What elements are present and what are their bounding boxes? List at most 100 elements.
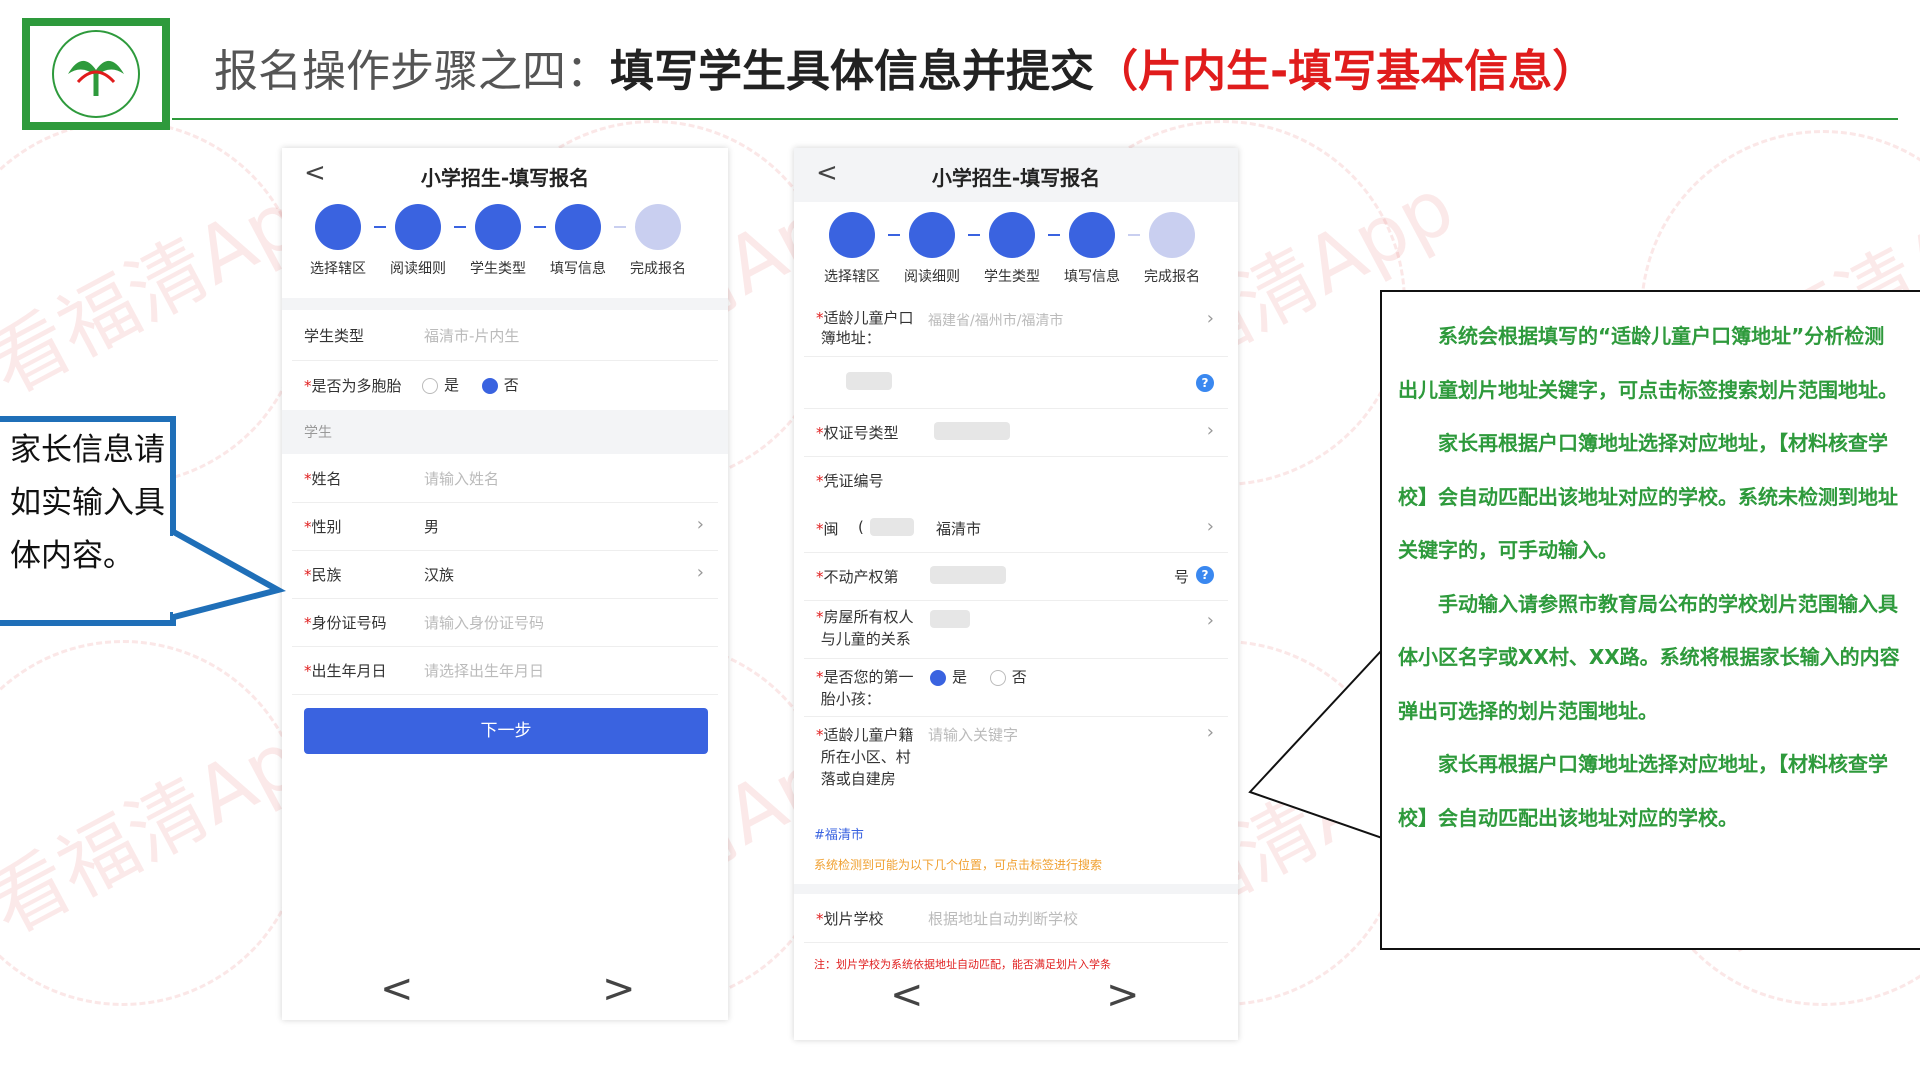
radio-yes[interactable] bbox=[930, 669, 946, 686]
form-icon bbox=[1069, 212, 1115, 258]
step-student-type: 学生类型 bbox=[972, 212, 1052, 286]
row-ethnicity[interactable]: *民族 汉族 › bbox=[292, 550, 718, 599]
property-label: *不动产权第 bbox=[816, 568, 899, 586]
birth-picker[interactable]: 请选择出生年月日 bbox=[424, 660, 544, 681]
row-name[interactable]: *姓名 请输入姓名 bbox=[292, 454, 718, 503]
form-icon bbox=[555, 204, 601, 250]
id-label: *身份证号码 bbox=[304, 614, 387, 632]
user-icon bbox=[989, 212, 1035, 258]
check-circle-icon bbox=[1149, 212, 1195, 258]
household-value[interactable]: 福建省/福州市/福清市 bbox=[928, 310, 1063, 330]
phone-title: 小学招生-填写报名 bbox=[420, 166, 590, 190]
blurred-value bbox=[930, 610, 970, 628]
callout-paragraph: 系统会根据填写的“适龄儿童户口簿地址”分析检测出儿童划片地址关键字，可点击标签搜… bbox=[1398, 324, 1898, 402]
progress-steps: 选择辖区 阅读细则 学生类型 填写信息 完成报名 bbox=[794, 212, 1238, 308]
row-student-type: 学生类型 福清市-片内生 bbox=[292, 310, 718, 361]
row-household-detail: ? bbox=[804, 356, 1228, 409]
phone-header: < 小学招生-填写报名 bbox=[794, 148, 1238, 202]
row-residence-keyword[interactable]: *适龄儿童户籍 所在小区、村 落或自建房 请输入关键字 › bbox=[804, 716, 1228, 800]
row-min[interactable]: *闽 ( 福清市 › bbox=[804, 504, 1228, 553]
detection-note: 系统检测到可能为以下几个位置，可点击标签进行搜索 bbox=[814, 858, 1103, 872]
row-first-child: *是否您的第一 胎小孩： 是 否 bbox=[804, 658, 1228, 717]
prev-page-button[interactable]: < bbox=[380, 966, 414, 1012]
logo-tree-icon bbox=[68, 60, 124, 96]
step-complete: 完成报名 bbox=[618, 204, 698, 278]
residence-input[interactable]: 请输入关键字 bbox=[928, 724, 1018, 745]
household-label: *适龄儿童户口 簿地址： bbox=[816, 309, 914, 347]
next-step-button[interactable]: 下一步 bbox=[304, 708, 708, 754]
step-select-district: 选择辖区 bbox=[298, 204, 378, 278]
gender-label: *性别 bbox=[304, 518, 342, 536]
cert-no-label: *凭证编号 bbox=[816, 472, 884, 490]
multiple-birth-label: *是否为多胞胎 bbox=[304, 377, 402, 395]
document-icon bbox=[909, 212, 955, 258]
progress-steps: 选择辖区 阅读细则 学生类型 填写信息 完成报名 bbox=[282, 204, 728, 300]
student-type-value: 福清市-片内生 bbox=[424, 327, 520, 345]
section-header-student: 学生 bbox=[282, 410, 728, 454]
student-type-label: 学生类型 bbox=[304, 327, 365, 345]
radio-no[interactable] bbox=[481, 377, 498, 394]
multiple-birth-options: 是 否 bbox=[422, 374, 519, 395]
ethnicity-label: *民族 bbox=[304, 566, 342, 584]
title-step: 报名操作步骤之四： bbox=[214, 46, 610, 97]
prev-page-button[interactable]: < bbox=[890, 972, 924, 1018]
callout-text-right: 系统会根据填写的“适龄儿童户口簿地址”分析检测出儿童划片地址关键字，可点击标签搜… bbox=[1398, 310, 1904, 845]
row-cert-number: *凭证编号 bbox=[804, 456, 1228, 504]
blurred-value bbox=[934, 422, 1010, 440]
title-main: 填写学生具体信息并提交 bbox=[610, 46, 1094, 97]
radio-yes[interactable] bbox=[422, 377, 438, 394]
next-page-button[interactable]: > bbox=[1106, 972, 1140, 1018]
callout-pointer-right bbox=[1248, 650, 1388, 840]
radio-no[interactable] bbox=[989, 669, 1006, 686]
row-birthdate[interactable]: *出生年月日 请选择出生年月日 bbox=[292, 646, 718, 695]
chevron-right-icon: › bbox=[1206, 420, 1214, 441]
location-pin-icon bbox=[829, 212, 875, 258]
chevron-right-icon: › bbox=[1206, 610, 1214, 631]
row-id-number[interactable]: *身份证号码 请输入身份证号码 bbox=[292, 598, 718, 647]
gender-value[interactable]: 男 bbox=[424, 516, 439, 537]
min-prefix: ( bbox=[858, 518, 864, 536]
location-tag[interactable]: #福清市 bbox=[814, 824, 864, 843]
row-household-address[interactable]: *适龄儿童户口 簿地址： 福建省/福州市/福清市 › bbox=[804, 304, 1228, 357]
first-child-label: *是否您的第一 胎小孩： bbox=[816, 668, 914, 708]
callout-text-left: 家长信息请如实输入具体内容。 bbox=[10, 432, 165, 574]
blurred-value bbox=[846, 372, 892, 390]
logo-emblem bbox=[52, 30, 140, 118]
row-gender[interactable]: *性别 男 › bbox=[292, 502, 718, 551]
property-suffix: 号 bbox=[1174, 568, 1190, 586]
min-value[interactable]: 福清市 bbox=[936, 518, 981, 539]
user-icon bbox=[475, 204, 521, 250]
step-select-district: 选择辖区 bbox=[812, 212, 892, 286]
step-read-rules: 阅读细则 bbox=[892, 212, 972, 286]
next-page-button[interactable]: > bbox=[602, 966, 636, 1012]
chevron-right-icon: › bbox=[696, 562, 704, 583]
name-input[interactable]: 请输入姓名 bbox=[424, 468, 499, 489]
name-label: *姓名 bbox=[304, 470, 342, 488]
check-circle-icon bbox=[635, 204, 681, 250]
callout-pointer-left bbox=[170, 530, 287, 622]
row-property-number[interactable]: *不动产权第 号 ? bbox=[804, 552, 1228, 601]
school-label: *划片学校 bbox=[816, 910, 884, 928]
step-student-type: 学生类型 bbox=[458, 204, 538, 278]
chevron-right-icon: › bbox=[1206, 308, 1214, 329]
title-highlight: （片内生-填写基本信息） bbox=[1094, 46, 1597, 97]
document-icon bbox=[395, 204, 441, 250]
callout-paragraph: 家长再根据户口簿地址选择对应地址，【材料核查学校】会自动匹配出该地址对应的学校。… bbox=[1398, 431, 1898, 562]
ethnicity-value[interactable]: 汉族 bbox=[424, 564, 454, 585]
id-input[interactable]: 请输入身份证号码 bbox=[424, 612, 544, 633]
row-cert-type[interactable]: *权证号类型 › bbox=[804, 408, 1228, 457]
chevron-right-icon: › bbox=[1206, 722, 1214, 743]
row-owner-relation[interactable]: *房屋所有权人 与儿童的关系 › bbox=[804, 600, 1228, 659]
school-note: 注：划片学校为系统依据地址自动匹配，能否满足划片入学条 bbox=[814, 958, 1111, 971]
row-assigned-school: *划片学校 根据地址自动判断学校 bbox=[804, 894, 1228, 943]
phone-title: 小学招生-填写报名 bbox=[931, 166, 1101, 190]
callout-paragraph: 手动输入请参照市教育局公布的学校划片范围输入具体小区名字或XX村、XX路。系统将… bbox=[1398, 591, 1900, 723]
chevron-right-icon: › bbox=[1206, 516, 1214, 537]
page-title: 报名操作步骤之四：填写学生具体信息并提交（片内生-填写基本信息） bbox=[214, 44, 1596, 100]
help-icon[interactable]: ? bbox=[1196, 374, 1214, 392]
step-read-rules: 阅读细则 bbox=[378, 204, 458, 278]
cert-type-label: *权证号类型 bbox=[816, 424, 899, 442]
help-icon[interactable]: ? bbox=[1196, 566, 1214, 584]
separator-band bbox=[282, 298, 728, 310]
row-multiple-birth: *是否为多胞胎 是 否 bbox=[292, 360, 718, 411]
